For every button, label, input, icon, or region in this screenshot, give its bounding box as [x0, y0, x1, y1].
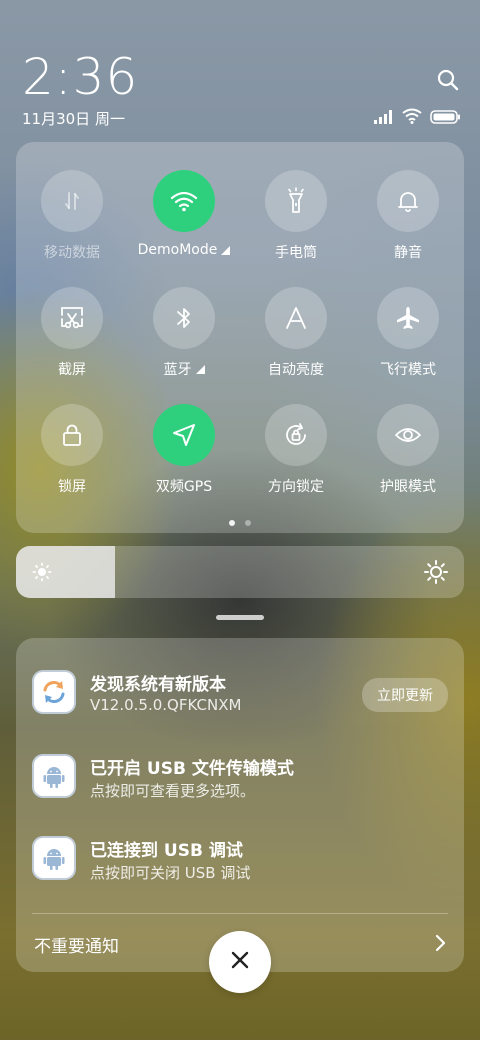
quick-tile-label-wrap: 护眼模式 [380, 476, 436, 496]
quick-tile-bluetooth[interactable]: 蓝牙 [128, 287, 240, 379]
update-now-button[interactable]: 立即更新 [362, 678, 448, 712]
quick-tile-label: 手电筒 [275, 245, 317, 261]
quick-tile-label-wrap: 截屏 [58, 359, 86, 379]
quick-tile-lock[interactable]: 锁屏 [16, 404, 128, 496]
quick-tile-button[interactable] [153, 287, 215, 349]
quick-tile-label-wrap: DemoMode [138, 242, 231, 258]
notification-body: 点按即可查看更多选项。 [90, 782, 256, 800]
brightness-fill [16, 546, 115, 598]
close-icon [231, 951, 249, 973]
page-indicator [16, 520, 464, 526]
quick-tile-label: 方向锁定 [268, 479, 324, 495]
mobile-data-icon [60, 189, 84, 213]
quick-tile-button[interactable] [265, 404, 327, 466]
airplane-icon [395, 305, 421, 331]
quick-tile-label-wrap: 双频GPS [156, 476, 212, 496]
android-icon [32, 754, 76, 798]
quick-tile-label-wrap: 自动亮度 [268, 359, 324, 379]
expand-arrow-icon [195, 364, 205, 374]
notification-panel: 发现系统有新版本 V12.0.5.0.QFKCNXM 立即更新 已开启 USB … [16, 638, 464, 972]
bluetooth-icon [174, 305, 194, 331]
quick-settings-grid: 移动数据 DemoMode 手电筒 静音截屏 蓝牙 自动亮度 飞行模式锁屏 双频GPS 方向锁定… [16, 170, 464, 496]
notification-title: 已开启 USB 文件传输模式 [90, 759, 294, 779]
brightness-slider[interactable] [16, 546, 464, 598]
quick-tile-label-wrap: 飞行模式 [380, 359, 436, 379]
quick-tile-label: 移动数据 [44, 245, 100, 261]
wifi-icon [169, 189, 199, 213]
clock-date[interactable]: 11月30日 周一 [22, 108, 125, 129]
quick-tile-button[interactable] [265, 170, 327, 232]
quick-tile-bell[interactable]: 静音 [352, 170, 464, 262]
quick-tile-label: DemoMode [137, 242, 218, 258]
chevron-right-icon[interactable] [434, 934, 446, 956]
brightness-low-icon [32, 562, 52, 586]
quick-tile-label-wrap: 静音 [394, 242, 422, 262]
page-dot [245, 520, 251, 526]
signal-icon [374, 109, 394, 128]
expand-arrow-icon [221, 245, 231, 255]
quick-tile-wifi[interactable]: DemoMode [128, 170, 240, 262]
rotation-lock-icon [283, 422, 309, 448]
quick-tile-mobile-data[interactable]: 移动数据 [16, 170, 128, 262]
android-icon [32, 836, 76, 880]
quick-tile-airplane[interactable]: 飞行模式 [352, 287, 464, 379]
quick-tile-button[interactable] [377, 404, 439, 466]
quick-tile-button[interactable] [153, 404, 215, 466]
quick-tile-button[interactable] [377, 287, 439, 349]
clear-all-button[interactable] [209, 931, 271, 993]
quick-tile-button[interactable] [153, 170, 215, 232]
notification-body: V12.0.5.0.QFKCNXM [90, 696, 242, 714]
battery-icon [430, 109, 460, 128]
quick-tile-auto-brightness[interactable]: 自动亮度 [240, 287, 352, 379]
quick-tile-button[interactable] [377, 170, 439, 232]
divider [32, 913, 448, 914]
lock-icon [60, 422, 84, 448]
quick-tile-button[interactable] [41, 287, 103, 349]
quick-tile-label-wrap: 锁屏 [58, 476, 86, 496]
auto-brightness-icon [284, 305, 308, 331]
quick-tile-rotation-lock[interactable]: 方向锁定 [240, 404, 352, 496]
system-update-icon [32, 670, 76, 714]
quick-tile-label: 蓝牙 [163, 362, 192, 378]
quick-settings-panel: 移动数据 DemoMode 手电筒 静音截屏 蓝牙 自动亮度 飞行模式锁屏 双频GPS 方向锁定… [16, 142, 464, 533]
wifi-status-icon [402, 108, 422, 128]
quick-tile-button[interactable] [41, 404, 103, 466]
quick-tile-gps[interactable]: 双频GPS [128, 404, 240, 496]
quick-tile-label: 截屏 [58, 362, 86, 378]
quick-tile-label: 护眼模式 [380, 479, 436, 495]
bell-icon [396, 188, 420, 214]
drag-handle[interactable] [216, 615, 264, 620]
flashlight-icon [284, 187, 308, 215]
quick-tile-label: 双频GPS [155, 479, 213, 495]
notification-title: 已连接到 USB 调试 [90, 841, 243, 861]
quick-tile-label-wrap: 手电筒 [275, 242, 317, 262]
quick-tile-label-wrap: 方向锁定 [268, 476, 324, 496]
screenshot-icon [59, 305, 85, 331]
brightness-high-icon [424, 560, 448, 588]
page-dot-active [229, 520, 235, 526]
quick-tile-label: 锁屏 [58, 479, 86, 495]
eye-icon [394, 423, 422, 447]
notification-usb-transfer[interactable]: 已开启 USB 文件传输模式 点按即可查看更多选项。 [16, 746, 464, 806]
quick-tile-flashlight[interactable]: 手电筒 [240, 170, 352, 262]
gps-icon [170, 421, 198, 449]
system-status-icons [374, 108, 460, 128]
quick-tile-label: 自动亮度 [268, 362, 324, 378]
notification-title: 发现系统有新版本 [90, 675, 226, 695]
notification-usb-debug[interactable]: 已连接到 USB 调试 点按即可关闭 USB 调试 [16, 828, 464, 888]
search-icon[interactable] [436, 68, 460, 92]
notification-body: 点按即可关闭 USB 调试 [90, 864, 251, 882]
clock-time[interactable]: 2:36 [22, 48, 138, 106]
quick-tile-eye[interactable]: 护眼模式 [352, 404, 464, 496]
quick-tile-button[interactable] [41, 170, 103, 232]
quick-tile-button[interactable] [265, 287, 327, 349]
notification-system-update[interactable]: 发现系统有新版本 V12.0.5.0.QFKCNXM 立即更新 [16, 662, 464, 722]
quick-tile-label-wrap: 移动数据 [44, 242, 100, 262]
quick-tile-label: 静音 [394, 245, 422, 261]
unimportant-notifications-link[interactable]: 不重要通知 [34, 932, 119, 957]
quick-tile-screenshot[interactable]: 截屏 [16, 287, 128, 379]
quick-tile-label-wrap: 蓝牙 [164, 359, 205, 379]
quick-tile-label: 飞行模式 [380, 362, 436, 378]
